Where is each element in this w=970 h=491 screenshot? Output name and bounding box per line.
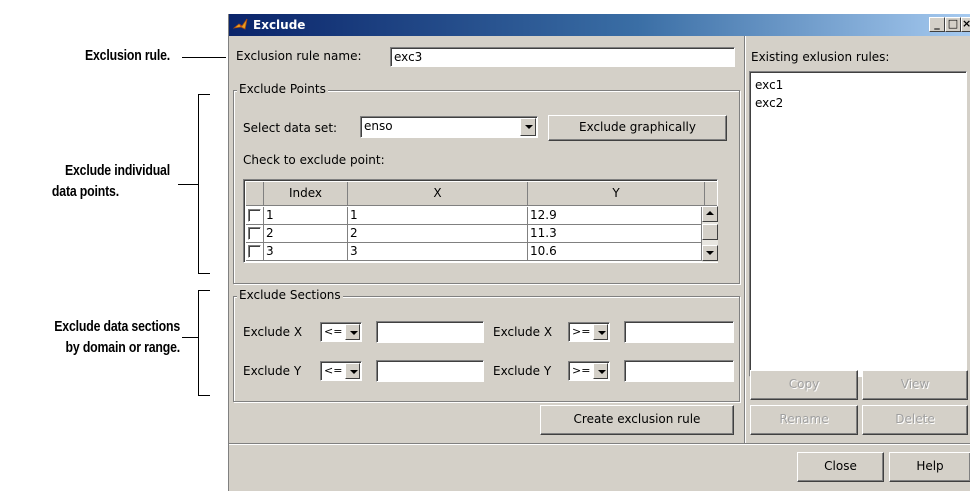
close-button[interactable]: Close: [797, 452, 884, 482]
exclude-checkbox[interactable]: [248, 245, 261, 258]
exclude-checkbox[interactable]: [248, 227, 261, 240]
annotation-points-line1: Exclude individual: [64, 162, 170, 179]
create-exclusion-rule-button[interactable]: Create exclusion rule: [540, 405, 734, 435]
exclude-x-le-input[interactable]: [376, 321, 484, 343]
matlab-icon: [233, 18, 248, 30]
minimize-button[interactable]: _: [929, 17, 945, 32]
exclude-y-le-input[interactable]: [376, 360, 484, 382]
dataset-select-value: enso: [364, 119, 393, 133]
annotation-leader-rule: [182, 57, 226, 58]
existing-rules-list[interactable]: exc1 exc2: [749, 71, 967, 377]
exclude-sections-group: [233, 296, 740, 402]
exclude-x-ge-input[interactable]: [624, 321, 734, 343]
exclude-y-label: Exclude Y: [243, 364, 302, 378]
exclude-graphically-button[interactable]: Exclude graphically: [548, 115, 727, 141]
rename-button[interactable]: Rename: [750, 405, 858, 435]
chevron-down-icon[interactable]: [345, 324, 360, 340]
copy-button[interactable]: Copy: [750, 370, 858, 400]
table-row-check[interactable]: [246, 243, 264, 261]
exclude-y-ge-input[interactable]: [624, 360, 734, 382]
scroll-up-icon[interactable]: [702, 206, 718, 222]
scroll-thumb[interactable]: [702, 224, 718, 240]
check-exclude-label: Check to exclude point:: [243, 153, 385, 167]
exclude-x-label-2: Exclude X: [493, 325, 553, 339]
annotation-leader-sections: [182, 337, 198, 338]
table-cell-x: 3: [348, 243, 528, 261]
delete-button[interactable]: Delete: [862, 405, 968, 435]
annotation-points-line2: data points.: [51, 183, 119, 200]
exclude-x-ge-select[interactable]: >=: [568, 322, 610, 342]
existing-rules-label: Existing exlusion rules:: [751, 50, 890, 64]
select-dataset-label: Select data set:: [243, 121, 338, 135]
list-item[interactable]: exc1: [755, 78, 783, 92]
close-window-button[interactable]: ×: [961, 17, 970, 32]
annotation-exclude-points: Exclude individual data points.: [31, 160, 170, 202]
exclude-y-label-2: Exclude Y: [493, 364, 552, 378]
view-button[interactable]: View: [862, 370, 968, 400]
table-cell-index: 3: [264, 243, 348, 261]
table-cell-index: 2: [264, 225, 348, 243]
dataset-select[interactable]: enso: [360, 116, 538, 138]
annotation-sections-line1: Exclude data sections: [54, 318, 180, 335]
table-cell-x: 1: [348, 207, 528, 225]
annotation-bracket-points: [198, 94, 210, 274]
exclude-dialog: Exclude _ □ × Exclusion rule name: exc3 …: [228, 14, 970, 491]
list-item[interactable]: exc2: [755, 96, 783, 110]
chevron-down-icon[interactable]: [593, 324, 608, 340]
exclude-points-legend: Exclude Points: [237, 82, 328, 96]
table-cell-y: 10.6: [528, 243, 702, 261]
exclude-sections-legend: Exclude Sections: [237, 288, 343, 302]
annotation-bracket-sections: [198, 290, 210, 396]
table-cell-x: 2: [348, 225, 528, 243]
exclude-x-label: Exclude X: [243, 325, 303, 339]
maximize-button[interactable]: □: [945, 17, 961, 32]
table-header-x: X: [348, 182, 528, 206]
chevron-down-icon[interactable]: [520, 118, 536, 136]
points-table: Index X Y 1 1 12.9 2 2 11.3 3 3 10.6: [243, 179, 718, 263]
table-header-index: Index: [264, 182, 348, 206]
table-header-corner: [705, 182, 717, 206]
table-header-y: Y: [528, 182, 705, 206]
scroll-down-icon[interactable]: [702, 245, 718, 261]
table-cell-index: 1: [264, 207, 348, 225]
annotation-exclude-sections: Exclude data sections by domain or range…: [32, 316, 180, 358]
table-cell-y: 11.3: [528, 225, 702, 243]
title-bar: Exclude _ □ ×: [229, 14, 970, 36]
annotation-leader-points: [178, 184, 198, 185]
exclude-y-ge-select[interactable]: >=: [568, 361, 610, 381]
annotation-exclusion-rule: Exclusion rule.: [84, 47, 170, 64]
window-title: Exclude: [253, 18, 306, 32]
exclude-x-le-select[interactable]: <=: [320, 322, 362, 342]
column-divider: [744, 36, 746, 443]
footer-separator: [229, 443, 970, 445]
table-row-check[interactable]: [246, 225, 264, 243]
exclude-checkbox[interactable]: [248, 209, 261, 222]
exclude-x-le-value: <=: [324, 325, 343, 338]
rule-name-label: Exclusion rule name:: [236, 49, 362, 63]
help-button[interactable]: Help: [889, 452, 970, 482]
annotation-sections-line2: by domain or range.: [65, 339, 181, 356]
table-header-check: [246, 182, 264, 206]
chevron-down-icon[interactable]: [345, 363, 360, 379]
exclude-y-le-select[interactable]: <=: [320, 361, 362, 381]
table-cell-y: 12.9: [528, 207, 702, 225]
table-scrollbar[interactable]: [702, 206, 718, 262]
table-row-check[interactable]: [246, 207, 264, 225]
exclude-y-ge-value: >=: [572, 364, 591, 377]
chevron-down-icon[interactable]: [593, 363, 608, 379]
exclude-x-ge-value: >=: [572, 325, 591, 338]
rule-name-input[interactable]: exc3: [390, 47, 735, 67]
exclude-y-le-value: <=: [324, 364, 343, 377]
